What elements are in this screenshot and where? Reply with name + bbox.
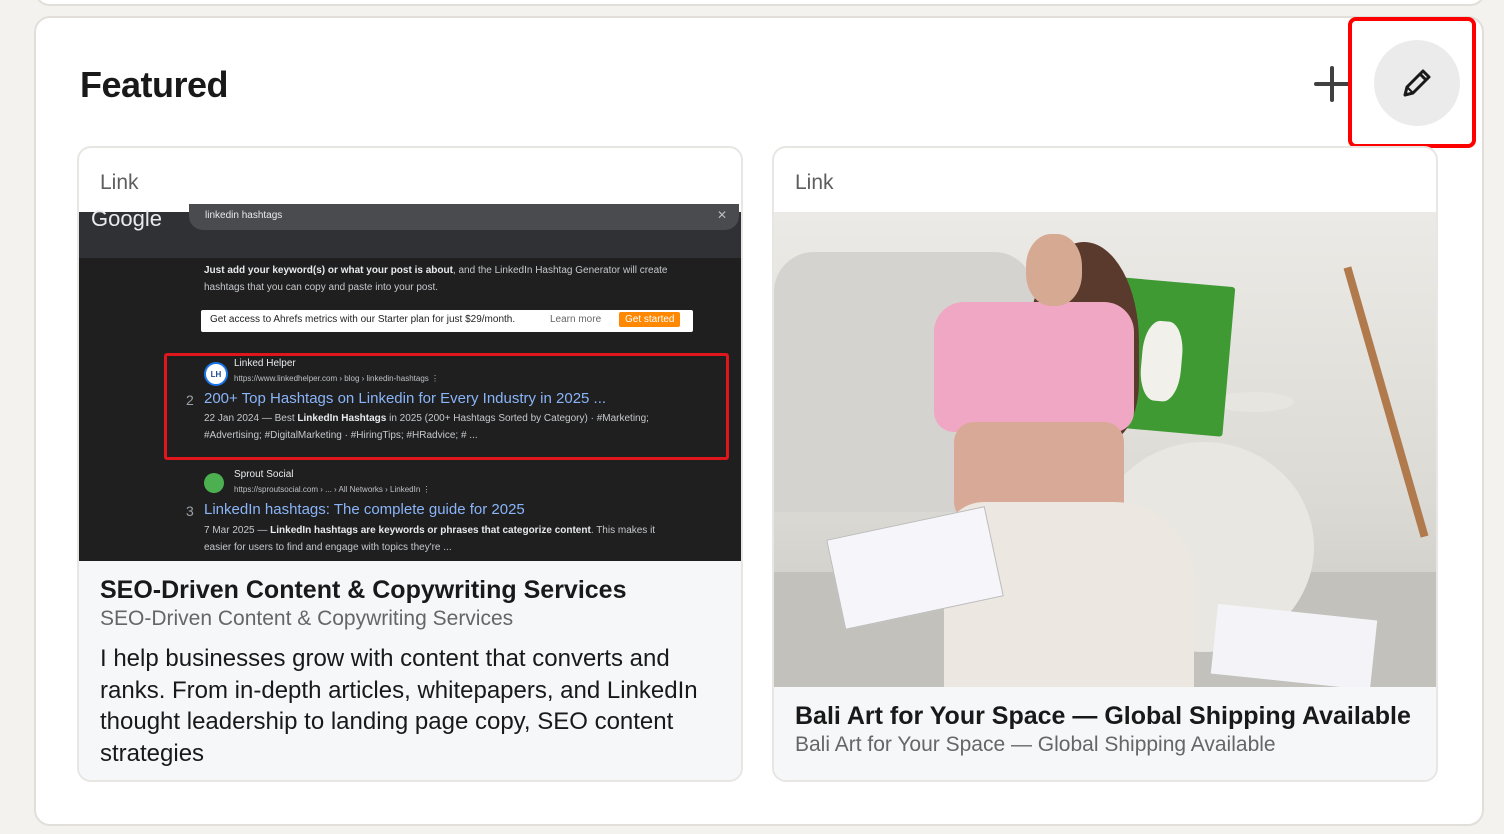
card-thumbnail-photo <box>774 212 1436 691</box>
add-featured-button[interactable] <box>1312 64 1352 104</box>
card-type-label: Link <box>795 171 834 194</box>
ahrefs-banner: Get access to Ahrefs metrics with our St… <box>201 310 693 332</box>
card-title: SEO-Driven Content & Copywriting Service… <box>100 576 627 604</box>
result-title-link: LinkedIn hashtags: The complete guide fo… <box>204 501 525 518</box>
card-type-label: Link <box>100 171 139 194</box>
section-title: Featured <box>80 64 229 105</box>
result-snippet: 7 Mar 2025 — LinkedIn hashtags are keywo… <box>204 522 714 556</box>
card-footer: Bali Art for Your Space — Global Shippin… <box>774 687 1436 780</box>
snippet-line2: easier for users to find and engage with… <box>204 542 452 553</box>
search-header: Google linkedin hashtags ✕ <box>79 204 741 258</box>
pencil-icon <box>1403 69 1431 97</box>
intro-bold: Just add your keyword(s) or what your po… <box>204 265 453 276</box>
result-site: Sprout Social <box>234 469 294 480</box>
snippet-part: . This makes it <box>590 525 656 536</box>
search-query: linkedin hashtags <box>205 210 283 221</box>
photo-side-table <box>1214 392 1294 412</box>
card-thumbnail-search-screenshot: Google linkedin hashtags ✕ Just add your… <box>79 204 741 561</box>
google-logo: Google <box>91 206 162 231</box>
snippet-part: 7 Mar 2025 — <box>204 525 271 536</box>
result-number: 3 <box>186 503 194 519</box>
banner-text: Get access to Ahrefs metrics with our St… <box>210 314 516 325</box>
close-icon: ✕ <box>716 208 727 222</box>
banner-get-started: Get started <box>619 312 681 327</box>
card-title: Bali Art for Your Space — Global Shippin… <box>795 702 1411 730</box>
card-subtitle: SEO-Driven Content & Copywriting Service… <box>100 607 514 630</box>
sprout-social-favicon <box>204 473 224 493</box>
search-intro: Just add your keyword(s) or what your po… <box>204 262 704 296</box>
card-subtitle: Bali Art for Your Space — Global Shippin… <box>795 733 1276 756</box>
photo-pink-top <box>934 302 1134 432</box>
photo-face <box>1026 234 1082 306</box>
result-url: https://sproutsocial.com › ... › All Net… <box>234 485 431 494</box>
featured-card-bali-art[interactable]: Link Bali Art for Your Space — Global Sh… <box>772 146 1438 782</box>
banner-learn-more: Learn more <box>550 314 602 325</box>
featured-card-seo[interactable]: Link Google linkedin hashtags ✕ Just add… <box>77 146 743 782</box>
snippet-bold: LinkedIn hashtags are keywords or phrase… <box>270 525 591 536</box>
edit-featured-button[interactable] <box>1374 40 1460 126</box>
search-bar: linkedin hashtags ✕ <box>189 204 739 230</box>
result-highlight-box <box>164 353 729 460</box>
card-footer: SEO-Driven Content & Copywriting Service… <box>79 561 741 780</box>
previous-section-card <box>34 0 1486 6</box>
card-description: I help businesses grow with content that… <box>100 645 698 767</box>
